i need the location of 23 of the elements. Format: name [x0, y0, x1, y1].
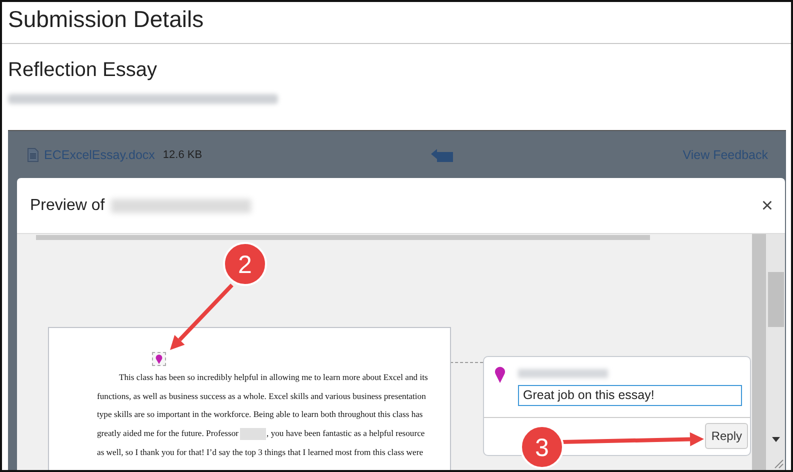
document-text-line: functions, as well as business success as a whole. Excel skills and various business presentation	[97, 390, 426, 402]
step-number-badge: 2	[223, 242, 267, 286]
pointer-arrow	[170, 284, 234, 350]
close-button[interactable]: ×	[761, 196, 773, 216]
scrollbar-thumb[interactable]	[768, 272, 784, 327]
reply-button[interactable]: Reply	[705, 423, 748, 449]
page-title: Submission Details	[7, 5, 205, 34]
document-icon	[27, 148, 39, 162]
file-size: 12.6 KB	[162, 148, 202, 160]
preview-title: Preview of	[30, 196, 105, 214]
step-number-badge: 3	[520, 425, 564, 469]
assignment-title: Reflection Essay	[7, 58, 158, 83]
location-pin-icon	[494, 365, 506, 383]
comment-tag-icon[interactable]	[431, 148, 454, 162]
comment-input[interactable]: Great job on this essay!	[518, 385, 742, 406]
resize-grip-icon[interactable]	[772, 457, 784, 469]
document-text-line: as well, so I thank you for that! I’d say the top 3 things that I learned most from this class were	[97, 446, 424, 458]
document-text-line: This class has been so incredibly helpful in allowing me to learn more about Excel and its	[119, 371, 428, 383]
scroll-down-icon[interactable]	[772, 437, 780, 442]
annotation-marker[interactable]	[152, 352, 166, 366]
horizontal-scrollbar[interactable]	[36, 235, 650, 240]
document-text-line: greatly aided me for the future. Professor , you have been fantastic as a helpful resource	[97, 426, 425, 440]
document-text-line: type skills are so important in the workforce. Being able to learn both throughout this class has	[97, 408, 423, 420]
